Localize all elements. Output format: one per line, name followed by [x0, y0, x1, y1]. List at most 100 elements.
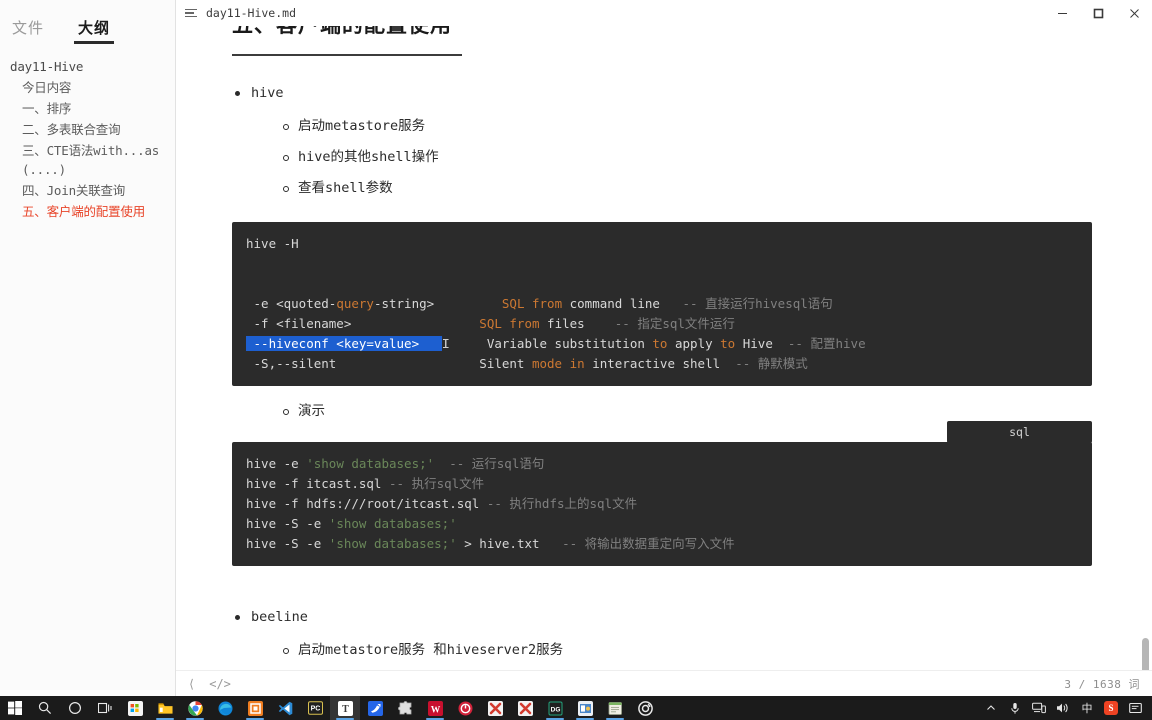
volume-icon[interactable]: [1052, 696, 1074, 720]
wps-icon: W: [427, 700, 443, 716]
outline-item-sorting[interactable]: 一、排序: [6, 98, 169, 119]
code-token: -- 执行hdfs上的sql文件: [479, 496, 638, 511]
tab-outline[interactable]: 大纲: [74, 17, 115, 44]
code-token: 'show databases;': [328, 536, 457, 551]
language-badge-sql[interactable]: sql: [947, 421, 1092, 443]
hamburger-icon[interactable]: [185, 6, 199, 20]
taskview-icon: [97, 701, 113, 716]
hive-sublist: 启动metastore服务 hive的其他shell操作 查看shell参数: [251, 111, 1092, 204]
circle-icon: [68, 701, 83, 716]
vscode-icon: [278, 701, 293, 716]
store-app[interactable]: [120, 696, 150, 720]
store-icon: [127, 700, 143, 716]
chrome-app[interactable]: [180, 696, 210, 720]
sub-label-start-metastore: 启动metastore服务: [298, 118, 426, 134]
code-token: -- 运行sql语句: [434, 456, 545, 471]
code-token: --hiveconf <key=value>: [246, 336, 442, 351]
close-button[interactable]: [1116, 0, 1152, 26]
action-center-icon[interactable]: [1124, 696, 1146, 720]
disc-app[interactable]: [630, 696, 660, 720]
microphone-icon[interactable]: [1004, 696, 1026, 720]
bullet-dot-icon: [235, 615, 240, 620]
task-view-button[interactable]: [90, 696, 120, 720]
code-token: Hive: [735, 336, 773, 351]
search-button[interactable]: [30, 696, 60, 720]
windows-taskbar: PC T W DG 中S: [0, 696, 1152, 720]
code-token: to: [720, 336, 736, 351]
chrome-icon: [187, 700, 203, 716]
list-item: hive 启动metastore服务 hive的其他shell操作 查看shel…: [232, 82, 1092, 204]
restore-button[interactable]: [1080, 0, 1116, 26]
bullet-label-beeline: beeline: [251, 609, 308, 625]
outline-list: day11-Hive 今日内容 一、排序 二、多表联合查询 三、CTE语法wit…: [0, 44, 175, 222]
outline-item-today-content[interactable]: 今日内容: [6, 77, 169, 98]
code-token: apply: [667, 336, 721, 351]
code-token: -e <quoted-: [246, 296, 337, 311]
list-item: 查看shell参数: [282, 173, 1092, 204]
chevron-left-icon[interactable]: ⟨: [188, 677, 195, 691]
code-token: 'show databases;': [306, 456, 435, 471]
outline-item-day11-hive[interactable]: day11-Hive: [6, 56, 169, 77]
clock-app[interactable]: [450, 696, 480, 720]
svg-text:PC: PC: [310, 705, 320, 712]
minimize-button[interactable]: [1044, 0, 1080, 26]
tab-files[interactable]: 文件: [12, 17, 44, 44]
cortana-button[interactable]: [60, 696, 90, 720]
typora-icon: T: [337, 700, 353, 716]
file-explorer-app[interactable]: [150, 696, 180, 720]
code-block-2[interactable]: hive -e 'show databases;' -- 运行sql语句 hiv…: [232, 442, 1092, 566]
code-token: -- 将输出数据重定向写入文件: [539, 536, 735, 551]
bullet-circle-icon: [283, 186, 289, 192]
code-token: hive -S -e: [246, 536, 329, 551]
window-controls: [1044, 0, 1152, 26]
feishu-app[interactable]: [360, 696, 390, 720]
notepad-app[interactable]: [600, 696, 630, 720]
bullet-circle-icon: [283, 409, 289, 415]
editor-status-bar: ⟨ </> 3 / 1638 词: [176, 670, 1152, 696]
window-title: day11-Hive.md: [206, 6, 297, 20]
heading-underline: [232, 54, 462, 56]
document-body: 五、客户端的配置使用 hive 启动metastore服务: [176, 26, 1152, 666]
outline-item-multi-table-join[interactable]: 二、多表联合查询: [6, 119, 169, 140]
network-icon[interactable]: [1028, 696, 1050, 720]
outline-sidebar: 文件 大纲 day11-Hive 今日内容 一、排序 二、多表联合查询 三、CT…: [0, 0, 176, 696]
xftp-app[interactable]: [510, 696, 540, 720]
wps-app[interactable]: W: [420, 696, 450, 720]
code-token: hive -f itcast.sql: [246, 476, 382, 491]
ime-indicator[interactable]: 中: [1076, 696, 1098, 720]
list-item: hive的其他shell操作: [282, 142, 1092, 173]
xshell-app[interactable]: [480, 696, 510, 720]
navicat-app[interactable]: [570, 696, 600, 720]
edge-app[interactable]: [210, 696, 240, 720]
hive-list: hive 启动metastore服务 hive的其他shell操作 查看shel…: [232, 82, 1092, 204]
bullet-dot-icon: [235, 91, 240, 96]
vmware-app[interactable]: [240, 696, 270, 720]
snipping-tool-icon[interactable]: S: [1100, 696, 1122, 720]
desktop: 文件 大纲 day11-Hive 今日内容 一、排序 二、多表联合查询 三、CT…: [0, 0, 1152, 720]
list-item: beeline 启动metastore服务 和hiveserver2服务: [232, 606, 1092, 666]
code-brackets-icon[interactable]: </>: [209, 677, 231, 691]
show-hidden-icons[interactable]: [980, 696, 1002, 720]
taskbar-app-list: PC T W DG: [0, 696, 660, 720]
svg-text:T: T: [342, 704, 349, 715]
system-tray: 中S: [980, 696, 1152, 720]
pc-app[interactable]: PC: [300, 696, 330, 720]
sub-label-demo: 演示: [298, 403, 325, 419]
dg-icon: DG: [547, 700, 563, 716]
typora-app[interactable]: T: [330, 696, 360, 720]
puzzle-app[interactable]: [390, 696, 420, 720]
code-token: to: [652, 336, 668, 351]
word-count[interactable]: 3 / 1638 词: [1064, 676, 1140, 692]
vertical-scrollbar[interactable]: [1142, 638, 1149, 670]
document-scroll-area[interactable]: 五、客户端的配置使用 hive 启动metastore服务: [176, 26, 1152, 670]
outline-item-client-config[interactable]: 五、客户端的配置使用: [6, 201, 169, 222]
vscode-app[interactable]: [270, 696, 300, 720]
outline-item-cte-syntax[interactable]: 三、CTE语法with...as(....): [6, 140, 169, 180]
code-block-1[interactable]: hive -H -e <quoted-query-string> SQL fro…: [232, 222, 1092, 386]
code-token: hive -e: [246, 456, 307, 471]
code-token: query: [336, 296, 374, 311]
sub-label-view-shell-params: 查看shell参数: [298, 180, 393, 196]
outline-item-join-query[interactable]: 四、Join关联查询: [6, 180, 169, 201]
start-button[interactable]: [0, 696, 30, 720]
datagrip-app[interactable]: DG: [540, 696, 570, 720]
